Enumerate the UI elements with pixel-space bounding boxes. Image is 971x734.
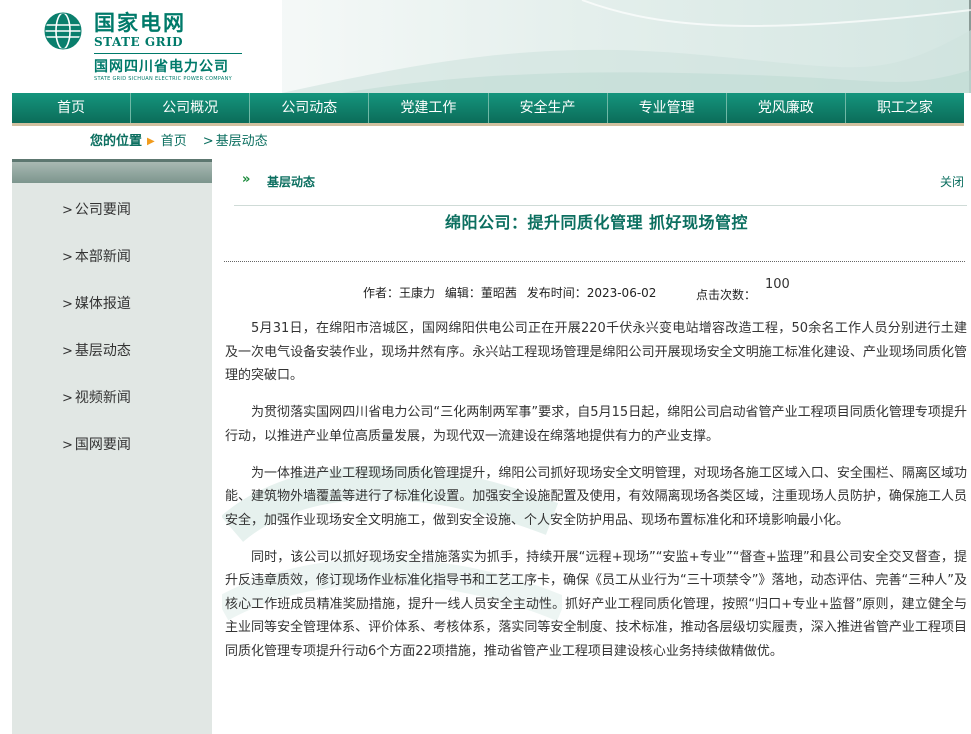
nav-integrity[interactable]: 党风廉政 [726,93,846,123]
sidebar-item-label: 视频新闻 [74,390,131,406]
click-count-value: 100 [765,277,790,292]
chevron-right-icon: > [62,203,73,218]
breadcrumb: 您的位置 ▶ 首页 > 基层动态 [90,133,268,151]
nav-safety-production[interactable]: 安全生产 [488,93,608,123]
nav-home[interactable]: 首页 [12,93,132,123]
logo-company-en: STATE GRID SICHUAN ELECTRIC POWER COMPAN… [94,76,232,82]
section-header: » 基层动态 关闭 [242,172,971,190]
nav-party-building[interactable]: 党建工作 [369,93,489,123]
chevron-right-icon: > [62,344,73,359]
sidebar-item-label: 国网要闻 [74,437,131,453]
sidebar: > 公司要闻 > 本部新闻 > 媒体报道 > 基层动态 > 视频新闻 > 国网要闻 [12,159,212,734]
sidebar-header [12,159,212,183]
sidebar-item-video-news[interactable]: > 视频新闻 [62,387,131,407]
article-title: 绵阳公司：提升同质化管理 抓好现场管控 [444,213,749,232]
dotted-divider [224,261,965,262]
nav-company-overview[interactable]: 公司概况 [131,93,251,123]
article-paragraph: 为一体推进产业工程现场同质化管理提升，绵阳公司抓好现场安全文明管理，对现场各施工… [225,465,967,528]
main-content: » 基层动态 关闭 绵阳公司：提升同质化管理 抓好现场管控 作者：王康力 编辑：… [222,159,971,734]
triangle-right-icon: ▶ [147,136,155,147]
sidebar-item-label: 公司要闻 [74,202,131,218]
sidebar-item-company-news[interactable]: > 公司要闻 [62,199,131,219]
chevron-right-icon: > [62,297,73,312]
article-body: 5月31日，在绵阳市涪城区，国网绵阳供电公司正在开展220千伏永兴变电站增容改造… [225,317,967,677]
logo-name-cn: 国家电网 [94,11,186,35]
state-grid-emblem-icon [44,12,82,50]
close-button[interactable]: 关闭 [940,173,964,190]
chevron-right-icon: > [202,134,214,149]
article-paragraph: 为贯彻落实国网四川省电力公司“三化两制两军事”要求，自5月15日起，绵阳公司启动… [225,405,967,444]
double-chevron-right-icon: » [242,172,251,187]
sidebar-item-state-grid-news[interactable]: > 国网要闻 [62,434,131,454]
sidebar-item-hq-news[interactable]: > 本部新闻 [62,246,131,266]
chevron-right-icon: > [62,250,73,265]
main-navigation: 首页 公司概况 公司动态 党建工作 安全生产 专业管理 党风廉政 职工之家 [12,93,964,126]
breadcrumb-current-link[interactable]: 基层动态 [216,133,268,151]
nav-staff-home[interactable]: 职工之家 [845,93,964,123]
chevron-right-icon: > [62,391,73,406]
site-header: 国家电网 STATE GRID 国网四川省电力公司 STATE GRID SIC… [10,0,971,93]
article-editor: 编辑：董昭茜 [444,286,517,300]
article-paragraph: 5月31日，在绵阳市涪城区，国网绵阳供电公司正在开展220千伏永兴变电站增容改造… [225,321,967,383]
click-count-label: 点击次数： [696,288,757,302]
logo-company-cn: 国网四川省电力公司 [94,59,229,75]
logo[interactable]: 国家电网 STATE GRID 国网四川省电力公司 STATE GRID SIC… [10,0,282,93]
article-date: 发布时间：2023-06-02 [526,286,657,300]
sidebar-item-label: 媒体报道 [74,296,131,312]
banner-background [282,0,971,93]
logo-name-en: STATE GRID [94,35,184,49]
sidebar-item-label: 基层动态 [74,343,131,359]
sidebar-item-grassroots-news[interactable]: > 基层动态 [62,340,131,360]
breadcrumb-home-link[interactable]: 首页 [161,133,187,151]
title-divider [234,205,967,206]
logo-divider [94,53,242,54]
sidebar-item-label: 本部新闻 [74,249,131,265]
article-meta: 作者：王康力 编辑：董昭茜 发布时间：2023-06-02 [363,284,662,301]
article-paragraph: 同时，该公司以抓好现场安全措施落实为抓手，持续开展“远程+现场”“安监+专业”“… [225,549,967,659]
nav-professional-management[interactable]: 专业管理 [607,93,727,123]
chevron-right-icon: > [62,438,73,453]
section-title: 基层动态 [267,175,316,189]
breadcrumb-label: 您的位置 [90,134,143,149]
article-author: 作者：王康力 [363,286,436,300]
nav-company-news[interactable]: 公司动态 [250,93,370,123]
sidebar-item-media-reports[interactable]: > 媒体报道 [62,293,131,313]
